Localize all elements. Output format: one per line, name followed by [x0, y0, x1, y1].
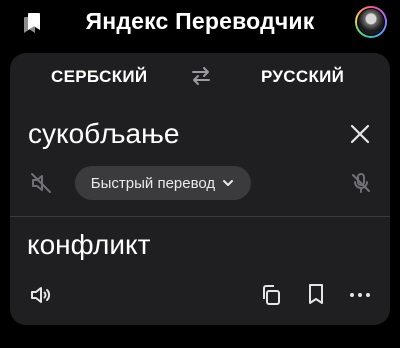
target-language-button[interactable]: РУССКИЙ [261, 67, 344, 87]
translation-output: конфликт [27, 229, 151, 260]
copy-icon[interactable] [259, 283, 283, 307]
source-language-button[interactable]: СЕРБСКИЙ [51, 67, 147, 87]
mic-off-icon[interactable] [349, 171, 373, 195]
top-bar: Яндекс Переводчик [0, 0, 400, 46]
swap-arrows-icon[interactable] [190, 65, 212, 87]
language-selector: СЕРБСКИЙ РУССКИЙ [10, 53, 390, 99]
app-title: Яндекс Переводчик [85, 8, 315, 34]
translation-mode-button[interactable]: Быстрый перевод [75, 166, 251, 200]
source-text-input[interactable]: сукобљање [28, 118, 179, 150]
avatar-image [357, 8, 385, 36]
more-dots-icon[interactable] [348, 282, 372, 306]
speaker-muted-icon[interactable] [29, 171, 53, 195]
bookmark-icon[interactable] [304, 282, 328, 306]
chevron-down-icon [221, 176, 235, 190]
translator-card: СЕРБСКИЙ РУССКИЙ сукобљање Быстрый перев… [10, 53, 390, 325]
speaker-icon[interactable] [29, 283, 53, 307]
mode-label: Быстрый перевод [90, 174, 216, 192]
user-avatar[interactable] [355, 6, 387, 38]
divider [10, 216, 390, 217]
close-icon[interactable] [349, 123, 371, 145]
